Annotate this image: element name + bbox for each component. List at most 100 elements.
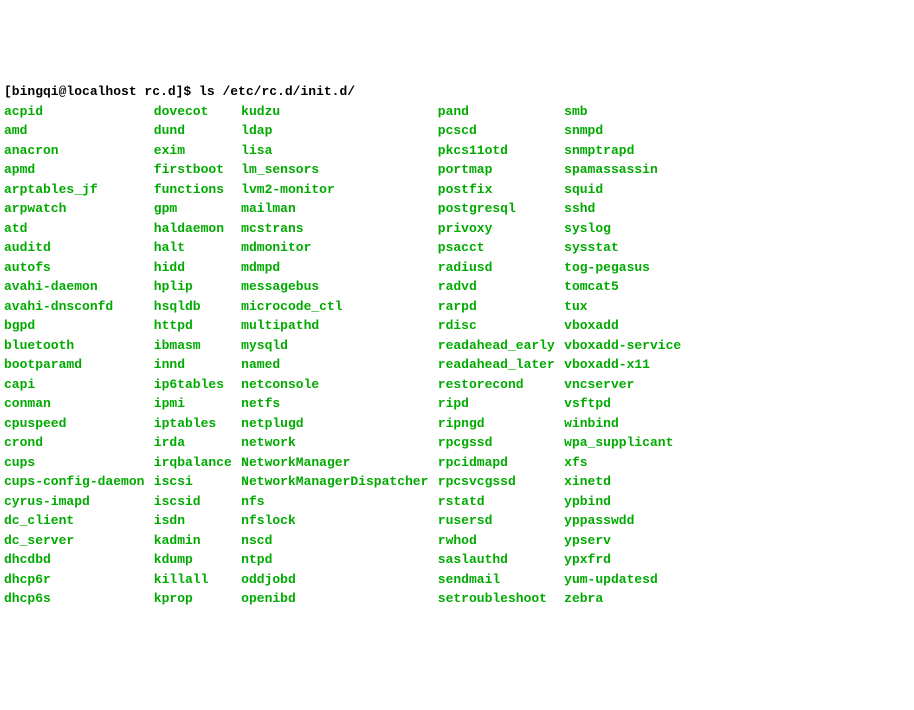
file-entry: oddjobd: [241, 570, 428, 590]
file-entry: ripd: [438, 394, 555, 414]
file-entry: tux: [564, 297, 681, 317]
file-entry: autofs: [4, 258, 144, 278]
file-entry: vsftpd: [564, 394, 681, 414]
file-entry: vncserver: [564, 375, 681, 395]
file-entry: setroubleshoot: [438, 589, 555, 609]
file-entry: isdn: [154, 511, 232, 531]
file-entry: postfix: [438, 180, 555, 200]
file-entry: hidd: [154, 258, 232, 278]
file-entry: ypxfrd: [564, 550, 681, 570]
file-entry: bootparamd: [4, 355, 144, 375]
file-entry: vboxadd-service: [564, 336, 681, 356]
output-column: kudzu ldap lisa lm_sensors lvm2-monitor …: [241, 102, 428, 609]
file-entry: arptables_jf: [4, 180, 144, 200]
file-entry: lisa: [241, 141, 428, 161]
file-entry: postgresql: [438, 199, 555, 219]
file-entry: dund: [154, 121, 232, 141]
file-entry: haldaemon: [154, 219, 232, 239]
file-entry: yum-updatesd: [564, 570, 681, 590]
file-entry: iscsi: [154, 472, 232, 492]
file-entry: mdmpd: [241, 258, 428, 278]
file-entry: readahead_later: [438, 355, 555, 375]
file-entry: sysstat: [564, 238, 681, 258]
file-entry: irqbalance: [154, 453, 232, 473]
file-entry: kprop: [154, 589, 232, 609]
file-entry: exim: [154, 141, 232, 161]
file-entry: capi: [4, 375, 144, 395]
file-entry: pcscd: [438, 121, 555, 141]
file-entry: firstboot: [154, 160, 232, 180]
file-entry: zebra: [564, 589, 681, 609]
file-entry: multipathd: [241, 316, 428, 336]
file-entry: ldap: [241, 121, 428, 141]
file-entry: cyrus-imapd: [4, 492, 144, 512]
file-entry: atd: [4, 219, 144, 239]
output-column: dovecot dund exim firstboot functions gp…: [154, 102, 232, 609]
file-entry: rusersd: [438, 511, 555, 531]
file-entry: ypserv: [564, 531, 681, 551]
file-entry: avahi-dnsconfd: [4, 297, 144, 317]
file-entry: ibmasm: [154, 336, 232, 356]
file-entry: network: [241, 433, 428, 453]
file-entry: ip6tables: [154, 375, 232, 395]
file-entry: mailman: [241, 199, 428, 219]
file-entry: winbind: [564, 414, 681, 434]
file-entry: hplip: [154, 277, 232, 297]
file-entry: ipmi: [154, 394, 232, 414]
file-entry: microcode_ctl: [241, 297, 428, 317]
file-entry: mysqld: [241, 336, 428, 356]
output-column: smb snmpd snmptrapd spamassassin squid s…: [564, 102, 681, 609]
file-entry: rarpd: [438, 297, 555, 317]
file-entry: ntpd: [241, 550, 428, 570]
file-entry: arpwatch: [4, 199, 144, 219]
output-column: pand pcscd pkcs11otd portmap postfix pos…: [438, 102, 555, 609]
file-entry: smb: [564, 102, 681, 122]
file-entry: dhcdbd: [4, 550, 144, 570]
file-entry: privoxy: [438, 219, 555, 239]
file-entry: rstatd: [438, 492, 555, 512]
file-entry: netplugd: [241, 414, 428, 434]
file-entry: xinetd: [564, 472, 681, 492]
file-entry: kudzu: [241, 102, 428, 122]
file-entry: mdmonitor: [241, 238, 428, 258]
file-entry: killall: [154, 570, 232, 590]
file-entry: tog-pegasus: [564, 258, 681, 278]
file-entry: bgpd: [4, 316, 144, 336]
file-entry: cpuspeed: [4, 414, 144, 434]
file-entry: NetworkManagerDispatcher: [241, 472, 428, 492]
file-entry: httpd: [154, 316, 232, 336]
file-entry: irda: [154, 433, 232, 453]
file-entry: readahead_early: [438, 336, 555, 356]
file-entry: snmpd: [564, 121, 681, 141]
file-entry: netconsole: [241, 375, 428, 395]
output-column: acpid amd anacron apmd arptables_jf arpw…: [4, 102, 144, 609]
file-entry: pand: [438, 102, 555, 122]
file-entry: kdump: [154, 550, 232, 570]
file-entry: dc_client: [4, 511, 144, 531]
file-entry: rpcgssd: [438, 433, 555, 453]
file-entry: rpcsvcgssd: [438, 472, 555, 492]
file-entry: openibd: [241, 589, 428, 609]
file-entry: avahi-daemon: [4, 277, 144, 297]
file-entry: ripngd: [438, 414, 555, 434]
file-entry: innd: [154, 355, 232, 375]
file-entry: squid: [564, 180, 681, 200]
file-entry: dhcp6s: [4, 589, 144, 609]
file-entry: lvm2-monitor: [241, 180, 428, 200]
file-entry: spamassassin: [564, 160, 681, 180]
file-entry: dhcp6r: [4, 570, 144, 590]
file-entry: radiusd: [438, 258, 555, 278]
file-entry: dovecot: [154, 102, 232, 122]
file-entry: portmap: [438, 160, 555, 180]
file-entry: yppasswdd: [564, 511, 681, 531]
file-entry: netfs: [241, 394, 428, 414]
file-entry: acpid: [4, 102, 144, 122]
file-entry: nfs: [241, 492, 428, 512]
file-entry: gpm: [154, 199, 232, 219]
file-entry: rwhod: [438, 531, 555, 551]
file-entry: sshd: [564, 199, 681, 219]
file-entry: saslauthd: [438, 550, 555, 570]
file-entry: kadmin: [154, 531, 232, 551]
file-entry: anacron: [4, 141, 144, 161]
file-entry: rdisc: [438, 316, 555, 336]
